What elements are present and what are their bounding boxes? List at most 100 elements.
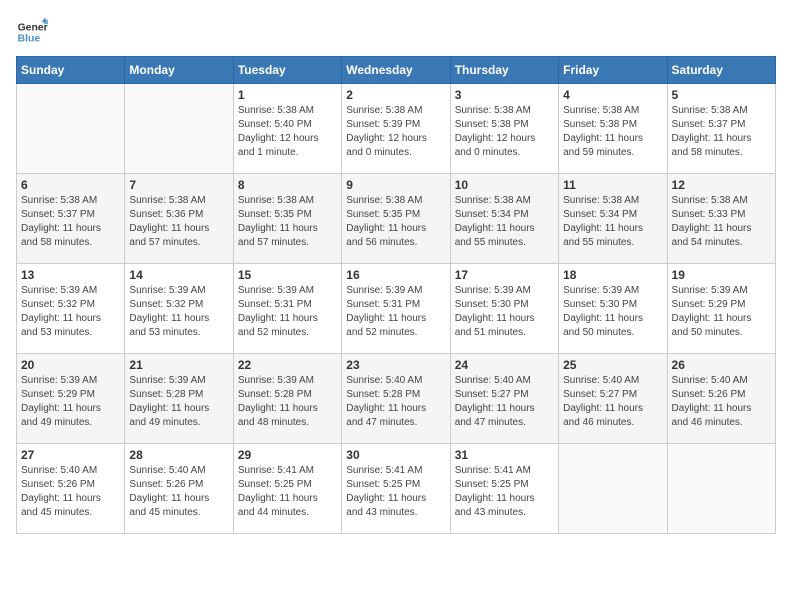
day-info: Sunrise: 5:41 AM Sunset: 5:25 PM Dayligh… (455, 464, 554, 520)
day-number: 22 (238, 358, 337, 372)
calendar-cell: 15 Sunrise: 5:39 AM Sunset: 5:31 PM Dayli… (233, 264, 341, 354)
day-number: 8 (238, 178, 337, 192)
calendar-cell: 2 Sunrise: 5:38 AM Sunset: 5:39 PM Daylig… (342, 84, 450, 174)
calendar-cell: 16 Sunrise: 5:39 AM Sunset: 5:31 PM Dayli… (342, 264, 450, 354)
day-number: 9 (346, 178, 445, 192)
logo-icon: General Blue (16, 16, 48, 48)
calendar-week-row: 1 Sunrise: 5:38 AM Sunset: 5:40 PM Daylig… (17, 84, 776, 174)
calendar-cell: 30 Sunrise: 5:41 AM Sunset: 5:25 PM Dayli… (342, 444, 450, 534)
day-number: 23 (346, 358, 445, 372)
day-number: 30 (346, 448, 445, 462)
day-number: 6 (21, 178, 120, 192)
calendar-cell: 14 Sunrise: 5:39 AM Sunset: 5:32 PM Dayli… (125, 264, 233, 354)
day-number: 25 (563, 358, 662, 372)
calendar-week-row: 27Sunrise: 5:40 AM Sunset: 5:26 PM Dayli… (17, 444, 776, 534)
calendar-cell: 25 Sunrise: 5:40 AM Sunset: 5:27 PM Dayli… (559, 354, 667, 444)
calendar-cell: 11 Sunrise: 5:38 AM Sunset: 5:34 PM Dayli… (559, 174, 667, 264)
day-number: 18 (563, 268, 662, 282)
svg-text:Blue: Blue (18, 34, 41, 45)
calendar-cell: 10Sunrise: 5:38 AM Sunset: 5:34 PM Dayli… (450, 174, 558, 264)
day-info: Sunrise: 5:40 AM Sunset: 5:26 PM Dayligh… (129, 464, 228, 520)
calendar-cell: 26 Sunrise: 5:40 AM Sunset: 5:26 PM Dayli… (667, 354, 775, 444)
calendar-cell: 6 Sunrise: 5:38 AM Sunset: 5:37 PM Daylig… (17, 174, 125, 264)
calendar-table: SundayMondayTuesdayWednesdayThursdayFrid… (16, 56, 776, 534)
day-number: 13 (21, 268, 120, 282)
calendar-cell: 13 Sunrise: 5:39 AM Sunset: 5:32 PM Dayli… (17, 264, 125, 354)
day-info: Sunrise: 5:40 AM Sunset: 5:26 PM Dayligh… (672, 374, 771, 430)
day-number: 15 (238, 268, 337, 282)
day-info: Sunrise: 5:40 AM Sunset: 5:27 PM Dayligh… (563, 374, 662, 430)
day-info: Sunrise: 5:39 AM Sunset: 5:32 PM Dayligh… (129, 284, 228, 340)
calendar-cell (667, 444, 775, 534)
header-tuesday: Tuesday (233, 57, 341, 84)
header-wednesday: Wednesday (342, 57, 450, 84)
calendar-cell: 24 Sunrise: 5:40 AM Sunset: 5:27 PM Dayli… (450, 354, 558, 444)
calendar-cell: 27Sunrise: 5:40 AM Sunset: 5:26 PM Dayli… (17, 444, 125, 534)
calendar-week-row: 6 Sunrise: 5:38 AM Sunset: 5:37 PM Daylig… (17, 174, 776, 264)
calendar-cell: 12Sunrise: 5:38 AM Sunset: 5:33 PM Dayli… (667, 174, 775, 264)
day-info: Sunrise: 5:39 AM Sunset: 5:32 PM Dayligh… (21, 284, 120, 340)
day-number: 5 (672, 88, 771, 102)
day-info: Sunrise: 5:41 AM Sunset: 5:25 PM Dayligh… (238, 464, 337, 520)
calendar-cell: 19Sunrise: 5:39 AM Sunset: 5:29 PM Dayli… (667, 264, 775, 354)
day-info: Sunrise: 5:38 AM Sunset: 5:37 PM Dayligh… (21, 194, 120, 250)
logo: General Blue (16, 16, 48, 48)
calendar-cell: 23 Sunrise: 5:40 AM Sunset: 5:28 PM Dayli… (342, 354, 450, 444)
day-number: 4 (563, 88, 662, 102)
calendar-cell: 3Sunrise: 5:38 AM Sunset: 5:38 PM Daylig… (450, 84, 558, 174)
calendar-cell: 21 Sunrise: 5:39 AM Sunset: 5:28 PM Dayli… (125, 354, 233, 444)
svg-text:General: General (18, 22, 48, 33)
header-friday: Friday (559, 57, 667, 84)
day-info: Sunrise: 5:39 AM Sunset: 5:28 PM Dayligh… (129, 374, 228, 430)
day-number: 3 (455, 88, 554, 102)
day-info: Sunrise: 5:38 AM Sunset: 5:40 PM Dayligh… (238, 104, 337, 160)
day-info: Sunrise: 5:38 AM Sunset: 5:34 PM Dayligh… (455, 194, 554, 250)
day-info: Sunrise: 5:40 AM Sunset: 5:28 PM Dayligh… (346, 374, 445, 430)
day-info: Sunrise: 5:38 AM Sunset: 5:35 PM Dayligh… (238, 194, 337, 250)
day-number: 1 (238, 88, 337, 102)
calendar-cell: 8 Sunrise: 5:38 AM Sunset: 5:35 PM Daylig… (233, 174, 341, 264)
day-number: 11 (563, 178, 662, 192)
day-number: 24 (455, 358, 554, 372)
day-number: 16 (346, 268, 445, 282)
day-number: 17 (455, 268, 554, 282)
calendar-cell: 22Sunrise: 5:39 AM Sunset: 5:28 PM Dayli… (233, 354, 341, 444)
day-info: Sunrise: 5:38 AM Sunset: 5:37 PM Dayligh… (672, 104, 771, 160)
day-info: Sunrise: 5:38 AM Sunset: 5:38 PM Dayligh… (563, 104, 662, 160)
calendar-cell (125, 84, 233, 174)
day-info: Sunrise: 5:40 AM Sunset: 5:26 PM Dayligh… (21, 464, 120, 520)
calendar-cell: 20Sunrise: 5:39 AM Sunset: 5:29 PM Dayli… (17, 354, 125, 444)
calendar-cell: 7Sunrise: 5:38 AM Sunset: 5:36 PM Daylig… (125, 174, 233, 264)
header-thursday: Thursday (450, 57, 558, 84)
calendar-cell: 9Sunrise: 5:38 AM Sunset: 5:35 PM Daylig… (342, 174, 450, 264)
calendar-cell (17, 84, 125, 174)
day-number: 29 (238, 448, 337, 462)
day-info: Sunrise: 5:38 AM Sunset: 5:36 PM Dayligh… (129, 194, 228, 250)
calendar-cell: 17 Sunrise: 5:39 AM Sunset: 5:30 PM Dayli… (450, 264, 558, 354)
calendar-week-row: 20Sunrise: 5:39 AM Sunset: 5:29 PM Dayli… (17, 354, 776, 444)
calendar-cell: 31Sunrise: 5:41 AM Sunset: 5:25 PM Dayli… (450, 444, 558, 534)
day-info: Sunrise: 5:41 AM Sunset: 5:25 PM Dayligh… (346, 464, 445, 520)
page-header: General Blue (16, 16, 776, 48)
day-info: Sunrise: 5:38 AM Sunset: 5:33 PM Dayligh… (672, 194, 771, 250)
day-number: 26 (672, 358, 771, 372)
calendar-cell: 28Sunrise: 5:40 AM Sunset: 5:26 PM Dayli… (125, 444, 233, 534)
calendar-cell (559, 444, 667, 534)
header-sunday: Sunday (17, 57, 125, 84)
day-number: 14 (129, 268, 228, 282)
day-number: 21 (129, 358, 228, 372)
calendar-cell: 1 Sunrise: 5:38 AM Sunset: 5:40 PM Daylig… (233, 84, 341, 174)
calendar-cell: 29 Sunrise: 5:41 AM Sunset: 5:25 PM Dayli… (233, 444, 341, 534)
day-info: Sunrise: 5:39 AM Sunset: 5:30 PM Dayligh… (563, 284, 662, 340)
calendar-cell: 5 Sunrise: 5:38 AM Sunset: 5:37 PM Daylig… (667, 84, 775, 174)
day-number: 2 (346, 88, 445, 102)
day-info: Sunrise: 5:39 AM Sunset: 5:30 PM Dayligh… (455, 284, 554, 340)
calendar-cell: 4 Sunrise: 5:38 AM Sunset: 5:38 PM Daylig… (559, 84, 667, 174)
day-info: Sunrise: 5:39 AM Sunset: 5:29 PM Dayligh… (21, 374, 120, 430)
day-info: Sunrise: 5:39 AM Sunset: 5:31 PM Dayligh… (238, 284, 337, 340)
day-info: Sunrise: 5:39 AM Sunset: 5:31 PM Dayligh… (346, 284, 445, 340)
calendar-cell: 18 Sunrise: 5:39 AM Sunset: 5:30 PM Dayli… (559, 264, 667, 354)
day-info: Sunrise: 5:40 AM Sunset: 5:27 PM Dayligh… (455, 374, 554, 430)
day-info: Sunrise: 5:38 AM Sunset: 5:34 PM Dayligh… (563, 194, 662, 250)
day-info: Sunrise: 5:38 AM Sunset: 5:39 PM Dayligh… (346, 104, 445, 160)
